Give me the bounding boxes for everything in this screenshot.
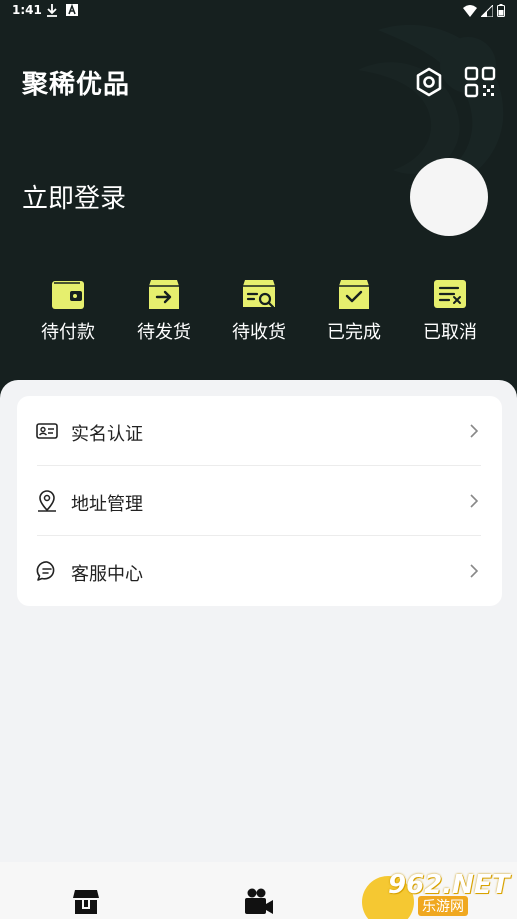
signal-icon [481,4,493,17]
order-pending-receipt[interactable]: 待收货 [219,276,299,344]
site-watermark: 我的 962.NET 乐游网 [360,870,517,919]
id-card-icon [36,423,58,439]
list-cancel-icon [434,280,466,308]
menu-label: 客服中心 [71,564,143,585]
brand-watermark-logo [358,24,504,189]
chevron-right-icon [470,494,479,508]
avatar[interactable] [410,158,488,236]
box-search-icon [243,280,275,309]
menu-item-customer-service[interactable]: 客服中心 [17,536,502,606]
menu-item-address-management[interactable]: 地址管理 [17,466,502,536]
qr-code-icon[interactable] [464,66,496,98]
menu-card: 实名认证 地址管理 客服中心 [17,396,502,606]
wallet-icon [52,281,84,309]
watermark-sub: 乐游网 [418,896,468,916]
order-label: 待付款 [41,322,95,343]
download-icon [47,4,57,17]
store-icon[interactable] [72,888,100,914]
app-title: 聚稀优品 [22,70,131,100]
menu-label: 地址管理 [71,494,143,515]
login-link[interactable]: 立即登录 [22,178,126,215]
order-label: 已取消 [423,322,477,343]
box-arrow-icon [149,280,179,309]
order-pending-shipment[interactable]: 待发货 [124,276,204,344]
order-label: 已完成 [327,322,381,343]
notification-a-icon [66,4,78,16]
chevron-right-icon [470,564,479,578]
settings-icon[interactable] [412,66,446,100]
order-label: 待收货 [232,322,286,343]
menu-label: 实名认证 [71,424,143,445]
order-label: 待发货 [137,322,191,343]
location-pin-icon [38,490,56,512]
order-cancelled[interactable]: 已取消 [410,276,490,344]
status-time: 1:41 [12,3,42,17]
chat-bubble-icon [36,561,55,581]
profile-header: 1:41 聚稀优品 立即登录 待付款 待发货 待收货 已完成 已取消 [0,0,517,400]
order-pending-payment[interactable]: 待付款 [28,276,108,344]
wifi-icon [463,4,477,17]
chevron-right-icon [470,424,479,438]
box-check-icon [339,280,369,309]
battery-icon [497,4,505,17]
menu-item-real-name-verification[interactable]: 实名认证 [17,396,502,466]
video-camera-icon[interactable] [244,888,274,914]
status-icons [463,4,505,17]
order-completed[interactable]: 已完成 [314,276,394,344]
status-bar: 1:41 [0,0,517,24]
